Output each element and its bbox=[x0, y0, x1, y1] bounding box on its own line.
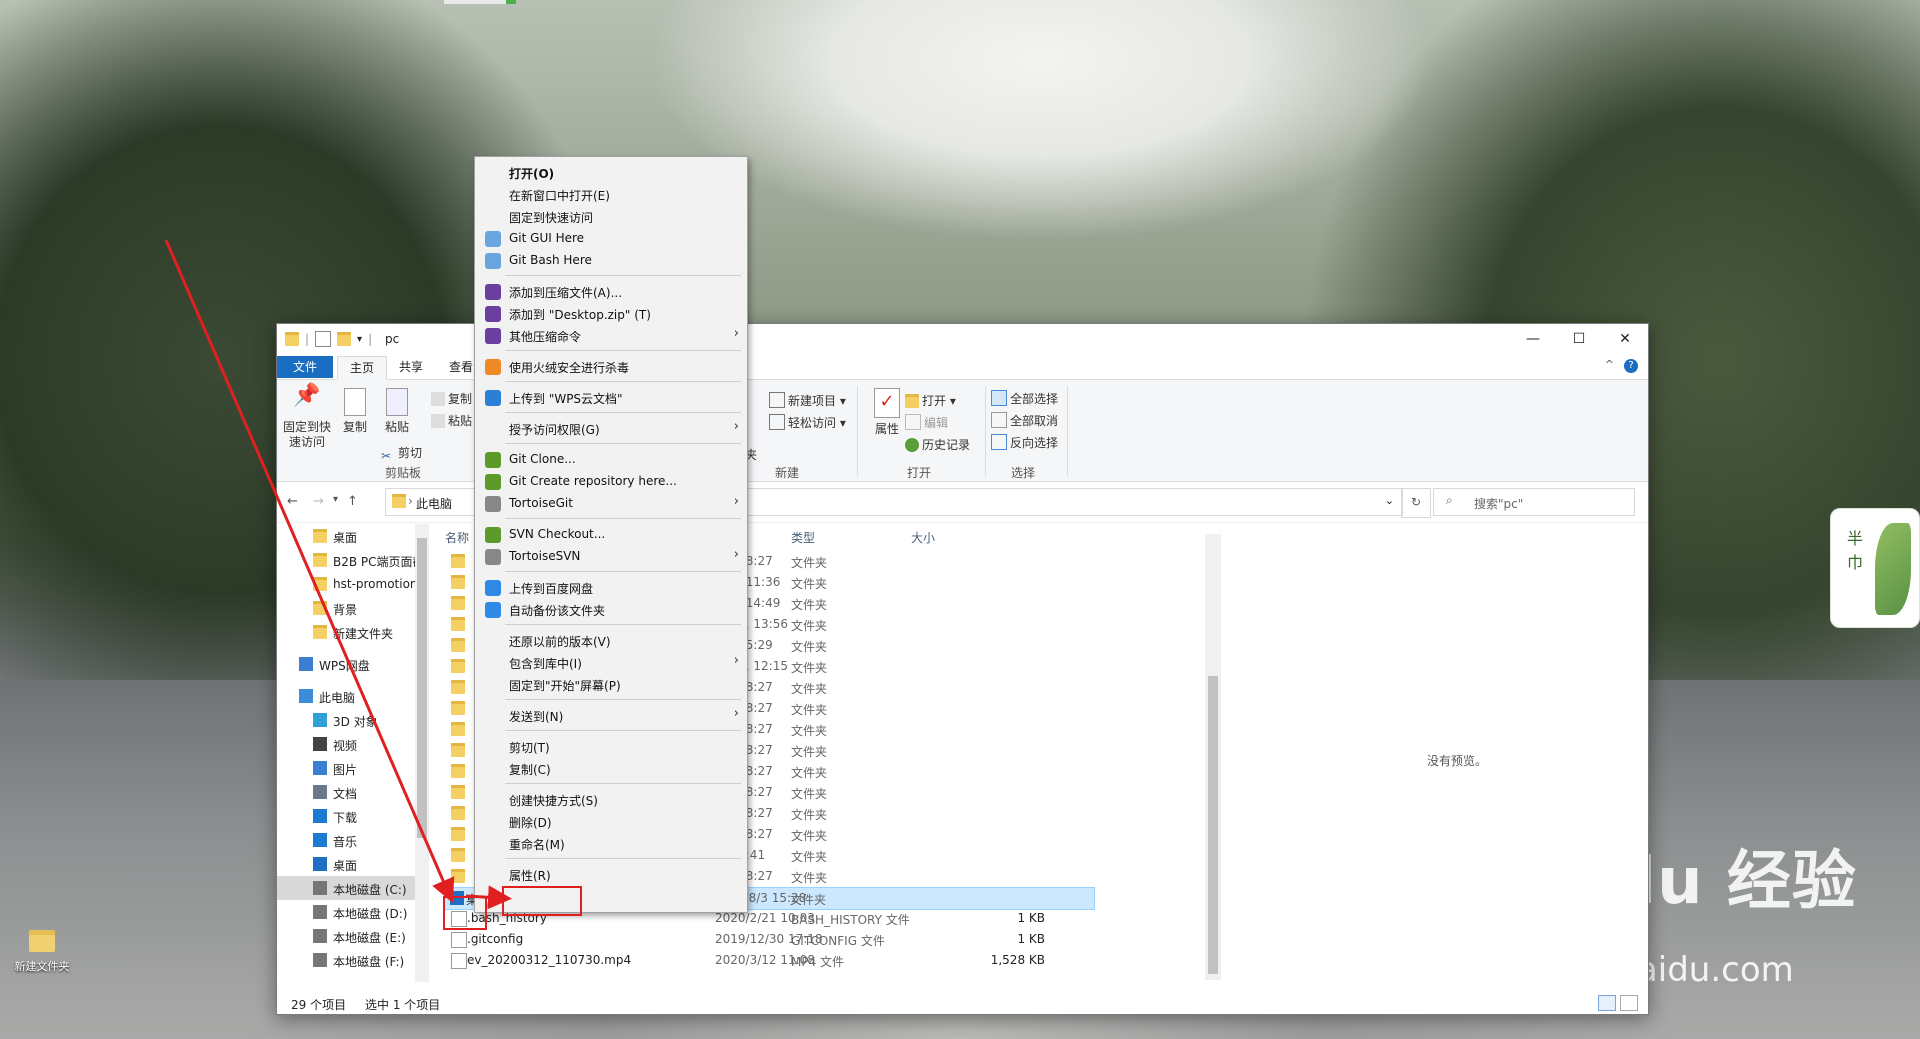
annotation-arrow-short bbox=[465, 885, 512, 910]
annotation-arrow-long bbox=[164, 239, 455, 904]
annotation-arrows bbox=[164, 239, 512, 910]
